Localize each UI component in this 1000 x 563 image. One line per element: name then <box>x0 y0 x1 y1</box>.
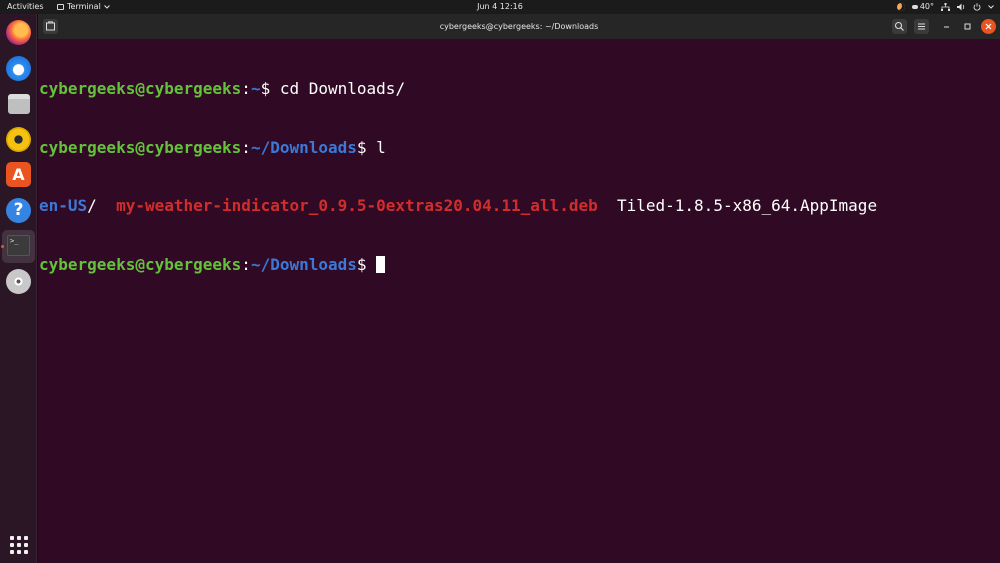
command-text: l <box>376 137 386 157</box>
listing-appimage-file: Tiled-1.8.5-x86_64.AppImage <box>616 196 878 215</box>
network-icon[interactable] <box>941 3 950 11</box>
maximize-icon <box>964 23 971 30</box>
minimize-icon <box>944 26 949 28</box>
prompt-symbol: $ <box>356 137 377 157</box>
terminal-output[interactable]: cybergeeks@cybergeeks:~$ cd Downloads/ c… <box>38 39 1000 563</box>
thunderbird-icon[interactable] <box>6 56 31 81</box>
prompt-symbol: $ <box>356 254 377 274</box>
firefox-icon[interactable] <box>6 20 31 45</box>
close-icon <box>985 23 992 30</box>
power-icon[interactable] <box>973 3 981 11</box>
night-light-icon[interactable] <box>896 3 905 11</box>
desktop: Activities Terminal Jun 4 12:16 40° A ? … <box>0 0 1000 563</box>
prompt-user: cybergeeks@cybergeeks <box>39 79 242 98</box>
prompt-colon: : <box>241 254 251 274</box>
listing-directory: en-US <box>39 196 88 215</box>
prompt-user: cybergeeks@cybergeeks <box>39 254 242 274</box>
terminal-app-icon <box>57 4 64 10</box>
chevron-down-icon[interactable] <box>988 5 994 9</box>
hamburger-icon <box>918 23 925 30</box>
header-bar[interactable]: cybergeeks@cybergeeks: ~/Downloads <box>38 14 1000 39</box>
maximize-button[interactable] <box>960 19 975 34</box>
cloud-icon <box>911 5 918 9</box>
terminal-line: cybergeeks@cybergeeks:~/Downloads$ l <box>39 138 877 158</box>
dvd-icon[interactable] <box>6 269 31 294</box>
clock: Jun 4 12:16 <box>0 0 1000 14</box>
app-center-icon[interactable]: A <box>6 162 31 187</box>
prompt-user: cybergeeks@cybergeeks <box>39 137 242 157</box>
chevron-down-icon <box>103 5 110 9</box>
terminal-icon-glyph: >_ <box>7 235 30 256</box>
listing-dir-suffix: / <box>87 196 117 215</box>
terminal-icon[interactable]: >_ <box>2 230 35 263</box>
prompt-path: ~/Downloads <box>250 254 357 274</box>
terminal-line: cybergeeks@cybergeeks:~$ cd Downloads/ <box>39 79 877 99</box>
search-icon <box>894 21 904 31</box>
prompt-colon: : <box>241 79 251 98</box>
listing-line: en-US/ my-weather-indicator_0.9.5-0extra… <box>39 196 877 216</box>
prompt-colon: : <box>241 137 251 157</box>
close-button[interactable] <box>981 19 996 34</box>
terminal-window: cybergeeks@cybergeeks: ~/Downloads cyber… <box>38 14 1000 563</box>
command-text: cd Downloads/ <box>279 79 406 98</box>
temperature-label: 40° <box>919 2 934 11</box>
listing-gap <box>598 196 617 215</box>
clock-label[interactable]: Jun 4 12:16 <box>477 2 523 11</box>
text-cursor <box>376 255 386 273</box>
weather-indicator[interactable]: 40° <box>911 0 934 14</box>
menu-button[interactable] <box>914 19 929 34</box>
listing-deb-file: my-weather-indicator_0.9.5-0extras20.04.… <box>116 196 598 215</box>
terminal-line: cybergeeks@cybergeeks:~/Downloads$ <box>39 255 877 275</box>
search-button[interactable] <box>892 19 907 34</box>
window-title: cybergeeks@cybergeeks: ~/Downloads <box>439 22 599 31</box>
show-applications-icon[interactable] <box>10 536 28 554</box>
prompt-symbol: $ <box>260 79 280 98</box>
app-menu-label: Terminal <box>67 2 101 11</box>
volume-icon[interactable] <box>957 3 966 11</box>
dock: A ? >_ <box>0 14 37 563</box>
help-icon[interactable]: ? <box>6 198 31 223</box>
app-menu[interactable]: Terminal <box>57 0 110 14</box>
minimize-button[interactable] <box>939 19 954 34</box>
rhythmbox-icon[interactable] <box>6 127 31 152</box>
system-tray[interactable]: 40° <box>896 0 994 14</box>
prompt-path: ~ <box>250 79 261 98</box>
top-bar: Activities Terminal Jun 4 12:16 40° <box>0 0 1000 14</box>
activities-button[interactable]: Activities <box>7 0 44 14</box>
terminal-text: cybergeeks@cybergeeks:~$ cd Downloads/ c… <box>39 40 877 313</box>
files-icon[interactable] <box>8 94 30 114</box>
running-indicator <box>1 245 4 248</box>
prompt-path: ~/Downloads <box>250 137 357 157</box>
